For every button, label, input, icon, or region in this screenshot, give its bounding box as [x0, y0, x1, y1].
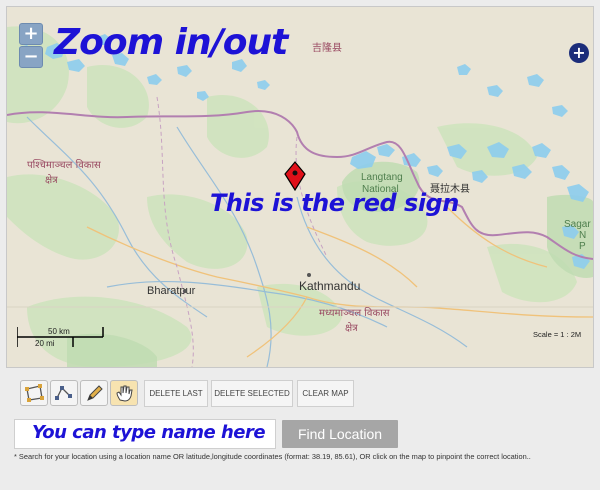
city-dot-bharatpur [183, 289, 187, 293]
map-label-western-region: पश्चिमाञ्चल विकास [27, 160, 101, 171]
polygon-tool-button[interactable] [20, 380, 48, 406]
pan-tool-button[interactable] [110, 380, 138, 406]
hand-pan-icon [116, 385, 133, 402]
map-scale-text: Scale = 1 : 2M [533, 330, 582, 339]
city-dot-kathmandu [307, 273, 311, 277]
plus-circle-icon[interactable]: + [569, 43, 589, 63]
zoom-out-button[interactable]: − [19, 46, 43, 68]
map-label-kathmandu: Kathmandu [299, 279, 361, 293]
annotation-zoom: Zoom in/out [54, 22, 288, 63]
map-label-central-region-2: क्षेत्र [345, 323, 358, 334]
polyline-tool-button[interactable] [50, 380, 78, 406]
map-label-langtang: Langtang [361, 172, 403, 183]
delete-selected-button[interactable]: DELETE SELECTED [211, 380, 293, 407]
scale-bar-km: 50 km [48, 327, 70, 336]
clear-map-button[interactable]: CLEAR MAP [297, 380, 354, 407]
annotation-type-name: You can type name here [32, 422, 266, 443]
delete-last-button[interactable]: DELETE LAST [144, 380, 208, 407]
map-pin-icon[interactable] [284, 161, 306, 191]
zoom-in-button[interactable]: + [19, 23, 43, 45]
map-label-sagar: Sagar [564, 219, 591, 230]
pencil-icon [87, 385, 103, 401]
polyline-icon [55, 386, 72, 400]
map-label-sagar-n: N [579, 230, 587, 241]
annotation-red-sign: This is the red sign [210, 189, 459, 217]
map-label-central-region: मध्यमाञ्चल विकास [319, 308, 390, 319]
find-location-button[interactable]: Find Location [282, 420, 398, 448]
search-help-text: * Search for your location using a locat… [14, 452, 531, 461]
map-label-western-region-2: क्षेत्र [45, 175, 58, 186]
scale-bar-mi: 20 mi [35, 339, 55, 348]
map-label-sagar-p: P [579, 241, 586, 252]
polygon-icon [25, 384, 44, 402]
map-label-bharatpur: Bharatpur [147, 285, 196, 297]
pencil-tool-button[interactable] [80, 380, 108, 406]
map-label-jilong: 吉隆县 [312, 43, 342, 54]
